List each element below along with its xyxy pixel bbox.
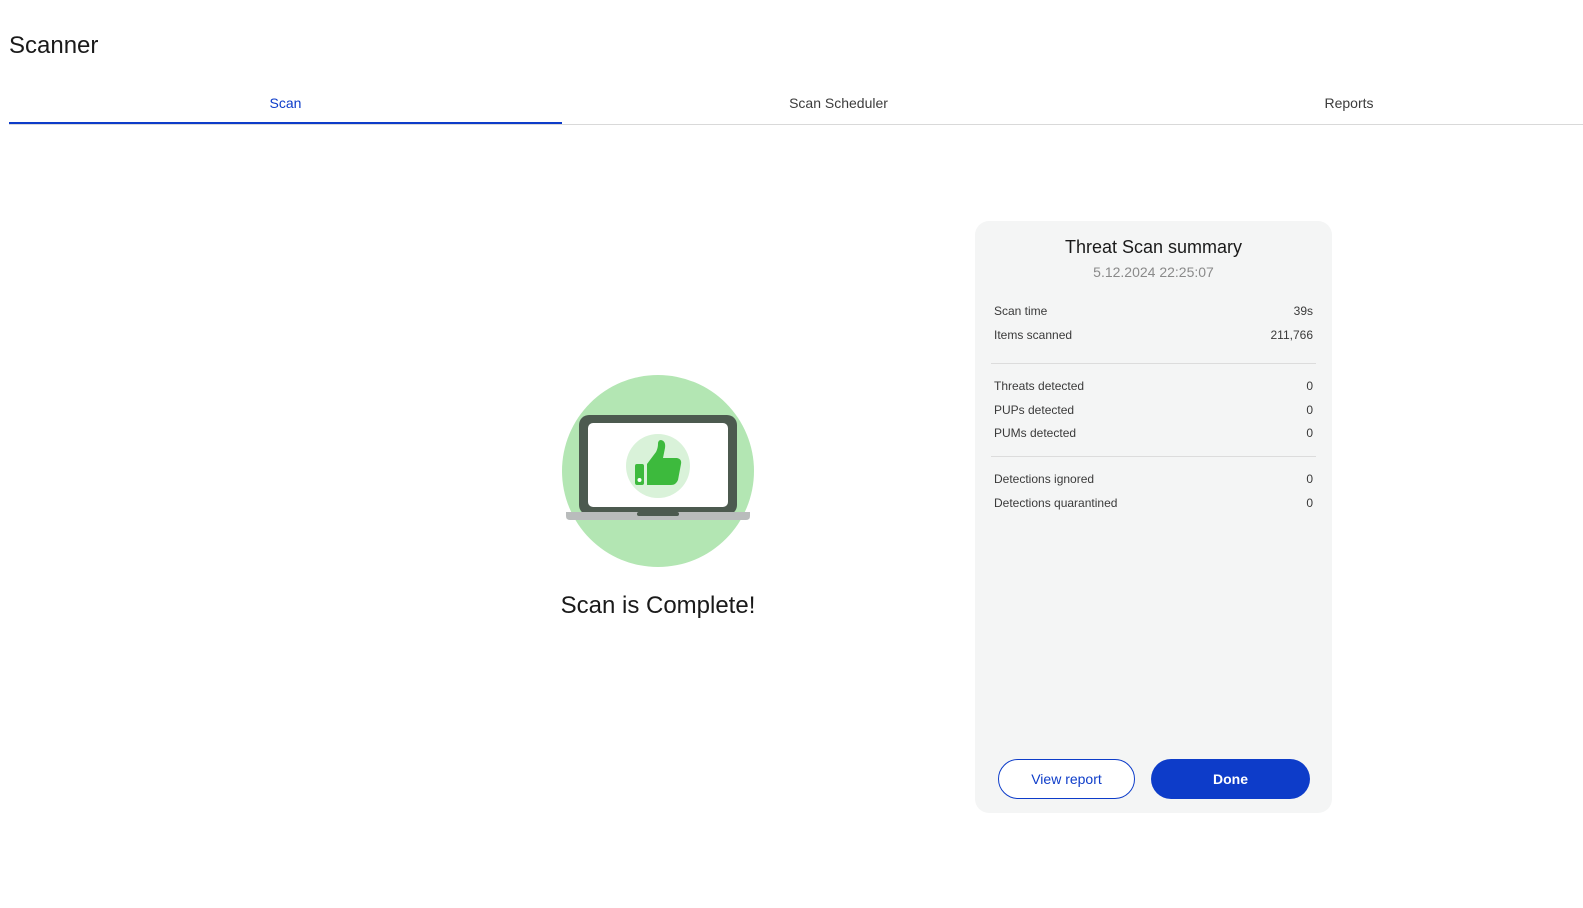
summary-row-pups-detected: PUPs detected 0 — [994, 399, 1313, 423]
summary-row-value: 39s — [1293, 304, 1313, 318]
summary-row-detections-quarantined: Detections quarantined 0 — [994, 492, 1313, 516]
summary-row-label: Detections ignored — [994, 472, 1095, 486]
summary-row-value: 211,766 — [1270, 327, 1314, 342]
summary-row-value: 0 — [1306, 379, 1313, 393]
summary-row-label: Scan time — [994, 304, 1048, 318]
summary-row-label: PUMs detected — [994, 426, 1077, 440]
done-button[interactable]: Done — [1151, 759, 1310, 799]
summary-row-value: 0 — [1306, 402, 1313, 417]
scan-complete-message: Scan is Complete! — [560, 592, 756, 619]
view-report-button[interactable]: View report — [998, 759, 1135, 799]
threat-scan-summary-card: Threat Scan summary 5.12.2024 22:25:07 S… — [975, 221, 1332, 813]
summary-row-scan-time: Scan time 39s — [994, 300, 1313, 324]
summary-row-label: Items scanned — [994, 327, 1073, 342]
summary-row-items-scanned: Items scanned 211,766 — [994, 324, 1313, 348]
tab-scan[interactable]: Scan — [9, 84, 562, 124]
summary-row-label: Threats detected — [994, 379, 1085, 393]
summary-row-detections-ignored: Detections ignored 0 — [994, 468, 1313, 492]
summary-group-detections: Threats detected 0 PUPs detected 0 PUMs … — [994, 375, 1313, 446]
summary-group-scan: Scan time 39s Items scanned 211,766 — [994, 300, 1313, 347]
summary-row-value: 0 — [1306, 472, 1313, 486]
summary-date: 5.12.2024 22:25:07 — [1093, 264, 1214, 280]
summary-title: Threat Scan summary — [1064, 237, 1243, 257]
divider — [991, 363, 1316, 364]
tab-reports[interactable]: Reports — [1115, 84, 1583, 124]
summary-row-label: PUPs detected — [994, 402, 1075, 417]
summary-row-value: 0 — [1306, 426, 1313, 440]
divider — [991, 456, 1316, 457]
tab-bar: Scan Scan Scheduler Reports — [9, 84, 1583, 125]
summary-row-label: Detections quarantined — [994, 495, 1118, 510]
page-title: Scanner — [9, 32, 99, 59]
summary-row-value: 0 — [1306, 495, 1313, 510]
laptop-thumbs-up-icon — [561, 374, 755, 568]
summary-row-pums-detected: PUMs detected 0 — [994, 422, 1313, 446]
tab-scan-scheduler[interactable]: Scan Scheduler — [562, 84, 1115, 124]
summary-group-actions: Detections ignored 0 Detections quaranti… — [994, 468, 1313, 515]
summary-row-threats-detected: Threats detected 0 — [994, 375, 1313, 399]
